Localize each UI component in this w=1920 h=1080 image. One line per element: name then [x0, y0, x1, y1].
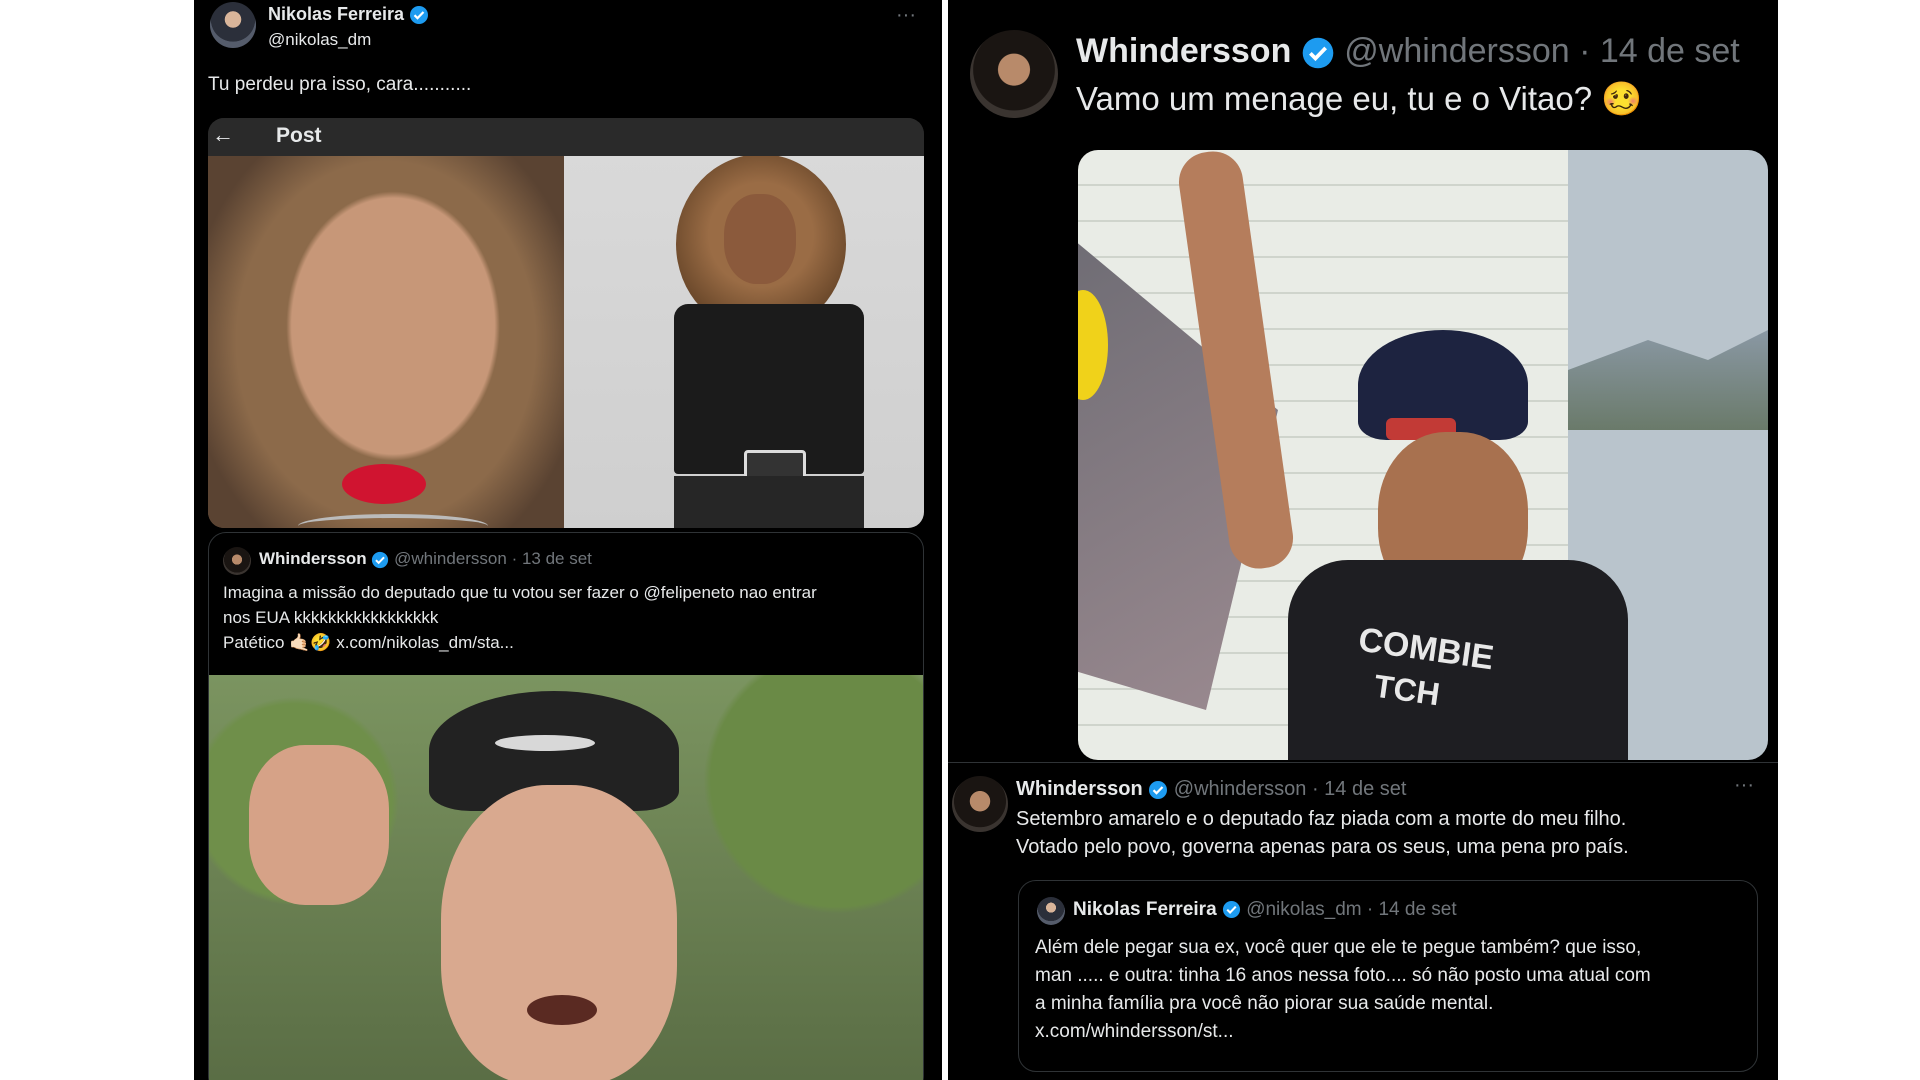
author-handle: @nikolas_dm	[268, 30, 372, 49]
reply-handle-date: @whindersson · 14 de set	[1173, 778, 1407, 800]
tweet-text: Tu perdeu pra isso, cara...........	[208, 74, 472, 95]
reply-text-line1: Setembro amarelo e o deputado faz piada …	[1016, 808, 1627, 830]
verified-badge-icon	[1149, 780, 1168, 799]
author-avatar[interactable]	[210, 2, 256, 48]
quoted-name: Nikolas Ferreira	[1073, 899, 1217, 920]
right-screenshot: Whindersson @whindersson · 14 de set Vam…	[948, 0, 1778, 1080]
quoted-name: Whindersson	[259, 549, 367, 568]
portrait-photo	[208, 154, 564, 528]
quoted-header: Whindersson @whindersson · 13 de set	[259, 549, 592, 569]
hand	[249, 745, 389, 905]
quoted-handle-date: @nikolas_dm · 14 de set	[1246, 899, 1457, 920]
quoted-text-line1: Imagina a missão do deputado que tu voto…	[223, 583, 817, 602]
post-image-collage[interactable]: ← Post	[208, 118, 924, 528]
quoted-avatar	[223, 547, 251, 575]
main-header: Whindersson @whindersson · 14 de set	[1076, 32, 1740, 71]
verified-badge-icon	[410, 6, 429, 25]
shirt: COMBIE TCH	[1288, 560, 1628, 760]
pants	[674, 476, 864, 528]
reply-text-line2: Votado pelo povo, governa apenas para os…	[1016, 836, 1629, 858]
quoted-text-line2: man ..... e outra: tinha 16 anos nessa f…	[1035, 965, 1651, 986]
reply-header: Whindersson @whindersson · 14 de set	[1016, 778, 1406, 801]
mountains	[1568, 330, 1768, 430]
lips	[342, 464, 426, 504]
handle-date: @whindersson · 14 de set	[1344, 32, 1740, 70]
quoted-photo[interactable]	[209, 675, 923, 1080]
divider	[948, 762, 1778, 763]
quoted-avatar	[1037, 897, 1065, 925]
more-options-icon[interactable]: ···	[1734, 774, 1754, 797]
post-title: Post	[276, 124, 322, 147]
quoted-text-line2: nos EUA kkkkkkkkkkkkkkkkk	[223, 608, 439, 627]
face	[441, 785, 677, 1080]
shirt-print-line2: TCH	[1371, 667, 1443, 713]
author-name-row: Nikolas Ferreira	[268, 4, 429, 25]
back-arrow-icon[interactable]: ←	[212, 122, 234, 148]
reply-avatar[interactable]	[952, 776, 1008, 832]
reply-name[interactable]: Whindersson	[1016, 778, 1143, 800]
quoted-text-line1: Além dele pegar sua ex, você quer que el…	[1035, 937, 1642, 958]
outfit-photo	[564, 154, 924, 528]
author-avatar[interactable]	[970, 30, 1058, 118]
more-options-icon[interactable]: ···	[896, 4, 916, 27]
quoted-link[interactable]: x.com/whindersson/st...	[1035, 1021, 1234, 1043]
quoted-header: Nikolas Ferreira @nikolas_dm · 14 de set	[1073, 899, 1457, 921]
author-name[interactable]: Nikolas Ferreira	[268, 4, 404, 24]
hat-emblem	[495, 735, 595, 751]
mouth	[527, 995, 597, 1025]
verified-badge-icon	[1222, 901, 1240, 919]
tweet-photo[interactable]: COMBIE TCH	[1078, 150, 1768, 760]
verified-badge-icon	[372, 551, 389, 568]
post-overlay-header: ← Post	[208, 118, 924, 156]
necklace	[298, 514, 488, 528]
quoted-handle-date: @whindersson · 13 de set	[394, 549, 592, 568]
verified-badge-icon	[1302, 37, 1334, 69]
reply-quoted-card[interactable]: Nikolas Ferreira @nikolas_dm · 14 de set…	[1018, 880, 1758, 1072]
left-screenshot: Nikolas Ferreira @nikolas_dm ··· Tu perd…	[194, 0, 942, 1080]
quoted-tweet-card[interactable]: Whindersson @whindersson · 13 de set Ima…	[208, 532, 924, 1080]
author-name[interactable]: Whindersson	[1076, 32, 1291, 70]
quoted-text-line3: Patético 🤙🏻🤣 x.com/nikolas_dm/sta...	[223, 633, 514, 652]
face	[724, 194, 796, 284]
quoted-text-line3: a minha família pra você não piorar sua …	[1035, 993, 1494, 1014]
tweet-text: Vamo um menage eu, tu e o Vitao? 🥴	[1076, 80, 1643, 117]
mesh-top	[674, 304, 864, 474]
